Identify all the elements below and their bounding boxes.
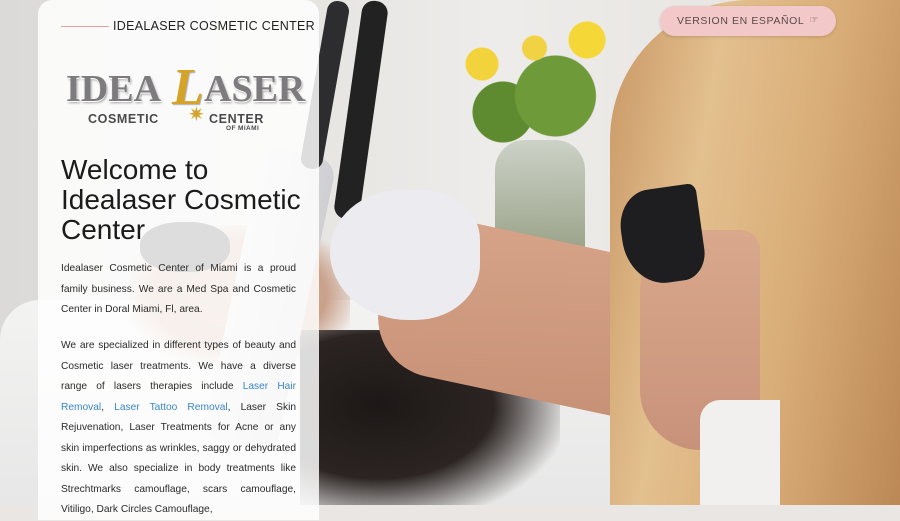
spanish-version-button[interactable]: VERSION EN ESPAÑOL ☞ <box>660 6 836 36</box>
header-rule <box>61 26 109 27</box>
starburst-icon: ✷ <box>188 104 205 126</box>
center-name-heading: IDEALASER COSMETIC CENTER <box>113 19 315 33</box>
site-logo[interactable]: IDEA L ASER COSMETIC ✷ CENTER OF MIAMI <box>64 62 305 137</box>
laser-tattoo-removal-link[interactable]: Laser Tattoo Removal <box>114 402 227 413</box>
logo-idea-text: IDEA <box>66 68 162 110</box>
logo-aser-text: ASER <box>204 68 306 110</box>
spanish-version-label: VERSION EN ESPAÑOL <box>677 15 805 27</box>
logo-of-miami-text: OF MIAMI <box>226 125 260 132</box>
services-paragraph: We are specialized in different types of… <box>61 336 296 521</box>
intro-paragraph: Idealaser Cosmetic Center of Miami is a … <box>61 263 296 315</box>
technician-shirt <box>700 400 780 505</box>
logo-center-text: CENTER <box>209 112 264 126</box>
hand-pointer-icon: ☞ <box>809 15 819 26</box>
link-separator: , <box>101 401 115 413</box>
welcome-heading: Welcome to Idealaser Cosmetic Center <box>61 154 301 245</box>
services-text-continued: , Laser Skin Rejuvenation, Laser Treatme… <box>61 401 296 516</box>
logo-cosmetic-text: COSMETIC <box>88 112 159 126</box>
intro-panel: IDEALASER COSMETIC CENTER IDEA L ASER CO… <box>38 0 319 520</box>
